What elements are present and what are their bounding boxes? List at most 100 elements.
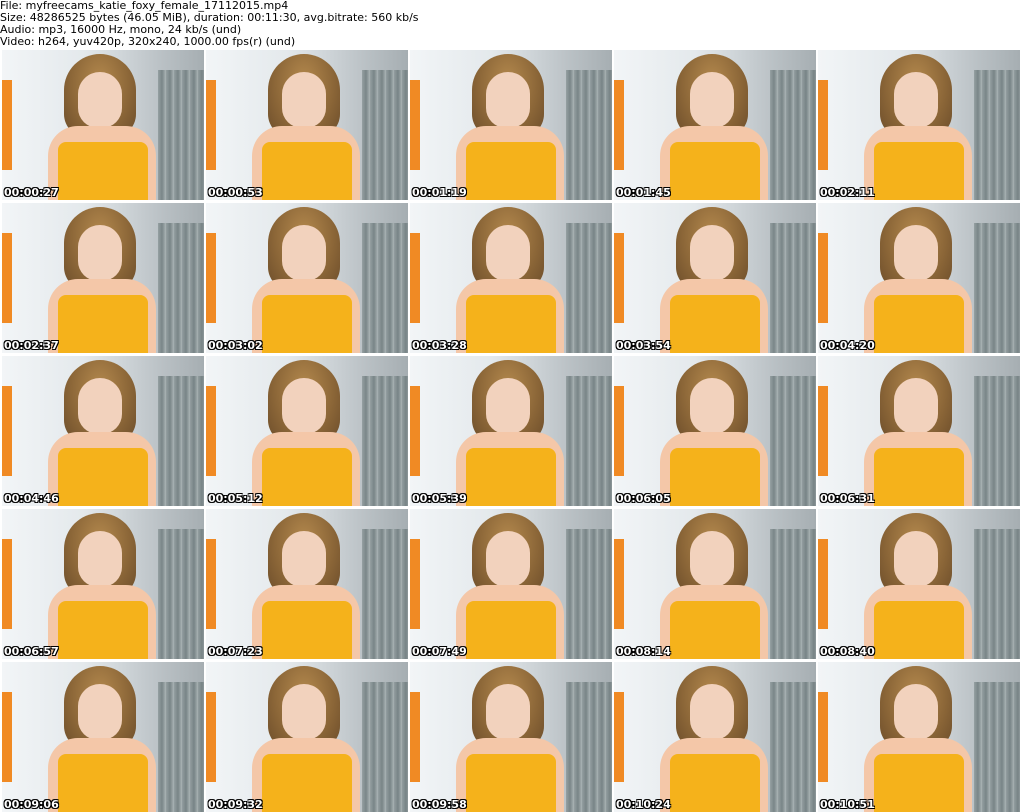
thumbnail-timestamp: 00:03:02 [208,339,263,352]
thumbnail-face [690,684,734,740]
thumbnail-face [282,225,326,281]
video-thumbnail: 00:01:19 [410,50,612,200]
thumbnail-curtain [566,529,612,659]
thumbnail-face [486,684,530,740]
video-thumbnail: 00:10:24 [614,662,816,812]
thumbnail-curtain [362,223,408,353]
video-thumbnail: 00:09:06 [2,662,204,812]
thumbnail-orange-object [206,233,216,323]
thumbnail-orange-object [614,80,624,170]
thumbnail-yellow-top [466,142,556,200]
video-thumbnail: 00:08:14 [614,509,816,659]
thumbnail-timestamp: 00:03:54 [616,339,671,352]
thumbnail-face [894,378,938,434]
video-thumbnail: 00:06:57 [2,509,204,659]
thumbnail-face [894,225,938,281]
thumbnail-orange-object [818,80,828,170]
thumbnail-yellow-top [58,142,148,200]
thumbnail-curtain [158,70,204,200]
thumbnail-yellow-top [466,448,556,506]
thumbnail-yellow-top [874,295,964,353]
video-thumbnail: 00:09:32 [206,662,408,812]
thumbnail-curtain [770,223,816,353]
thumbnail-orange-object [2,386,12,476]
thumbnail-orange-object [2,539,12,629]
video-thumbnail: 00:06:31 [818,356,1020,506]
video-thumbnail: 00:02:37 [2,203,204,353]
thumbnail-face [690,531,734,587]
thumbnail-curtain [770,376,816,506]
thumbnail-curtain [566,223,612,353]
thumbnail-curtain [158,376,204,506]
thumbnail-orange-object [2,692,12,782]
thumbnail-timestamp: 00:03:28 [412,339,467,352]
thumbnail-yellow-top [670,754,760,812]
thumbnail-timestamp: 00:02:37 [4,339,59,352]
thumbnail-face [894,684,938,740]
thumbnail-orange-object [410,386,420,476]
video-info-line: Video: h264, yuv420p, 320x240, 1000.00 f… [0,35,296,48]
thumbnail-curtain [362,376,408,506]
thumbnail-yellow-top [58,448,148,506]
thumbnail-face [894,531,938,587]
thumbnail-yellow-top [670,142,760,200]
thumbnail-timestamp: 00:07:49 [412,645,467,658]
thumbnail-orange-object [410,80,420,170]
thumbnail-timestamp: 00:05:12 [208,492,263,505]
thumbnail-yellow-top [262,448,352,506]
thumbnail-orange-object [2,233,12,323]
thumbnail-curtain [974,682,1020,812]
thumbnail-curtain [770,70,816,200]
thumbnail-face [894,72,938,128]
thumbnail-orange-object [206,692,216,782]
thumbnail-curtain [158,223,204,353]
video-thumbnail: 00:04:20 [818,203,1020,353]
thumbnail-face [690,72,734,128]
thumbnail-yellow-top [466,601,556,659]
thumbnail-timestamp: 00:00:27 [4,186,59,199]
video-thumbnail: 00:00:53 [206,50,408,200]
thumbnail-curtain [362,682,408,812]
thumbnail-timestamp: 00:09:58 [412,798,467,811]
thumbnail-yellow-top [874,754,964,812]
thumbnail-timestamp: 00:07:23 [208,645,263,658]
thumbnail-timestamp: 00:01:45 [616,186,671,199]
thumbnail-orange-object [2,80,12,170]
video-thumbnail: 00:07:23 [206,509,408,659]
video-thumbnail: 00:03:02 [206,203,408,353]
thumbnail-face [486,531,530,587]
thumbnail-face [282,72,326,128]
thumbnail-timestamp: 00:05:39 [412,492,467,505]
thumbnail-timestamp: 00:02:11 [820,186,875,199]
thumbnail-orange-object [206,386,216,476]
thumbnail-curtain [974,376,1020,506]
video-thumbnail: 00:07:49 [410,509,612,659]
thumbnail-yellow-top [58,754,148,812]
thumbnail-curtain [974,70,1020,200]
thumbnail-timestamp: 00:08:14 [616,645,671,658]
thumbnail-orange-object [614,233,624,323]
video-thumbnail: 00:05:39 [410,356,612,506]
video-thumbnail: 00:08:40 [818,509,1020,659]
thumbnail-orange-object [614,386,624,476]
thumbnail-face [690,378,734,434]
thumbnail-curtain [974,529,1020,659]
thumbnail-timestamp: 00:09:06 [4,798,59,811]
thumbnail-face [690,225,734,281]
thumbnail-yellow-top [262,754,352,812]
thumbnail-curtain [974,223,1020,353]
thumbnail-curtain [566,70,612,200]
thumbnail-face [282,684,326,740]
video-thumbnail: 00:02:11 [818,50,1020,200]
thumbnail-timestamp: 00:04:46 [4,492,59,505]
thumbnail-yellow-top [58,295,148,353]
thumbnail-orange-object [614,539,624,629]
thumbnail-orange-object [206,80,216,170]
thumbnail-yellow-top [670,295,760,353]
thumbnail-yellow-top [670,448,760,506]
video-thumbnail: 00:05:12 [206,356,408,506]
thumbnail-curtain [566,376,612,506]
thumbnail-yellow-top [262,142,352,200]
thumbnail-orange-object [818,233,828,323]
thumbnail-face [486,378,530,434]
